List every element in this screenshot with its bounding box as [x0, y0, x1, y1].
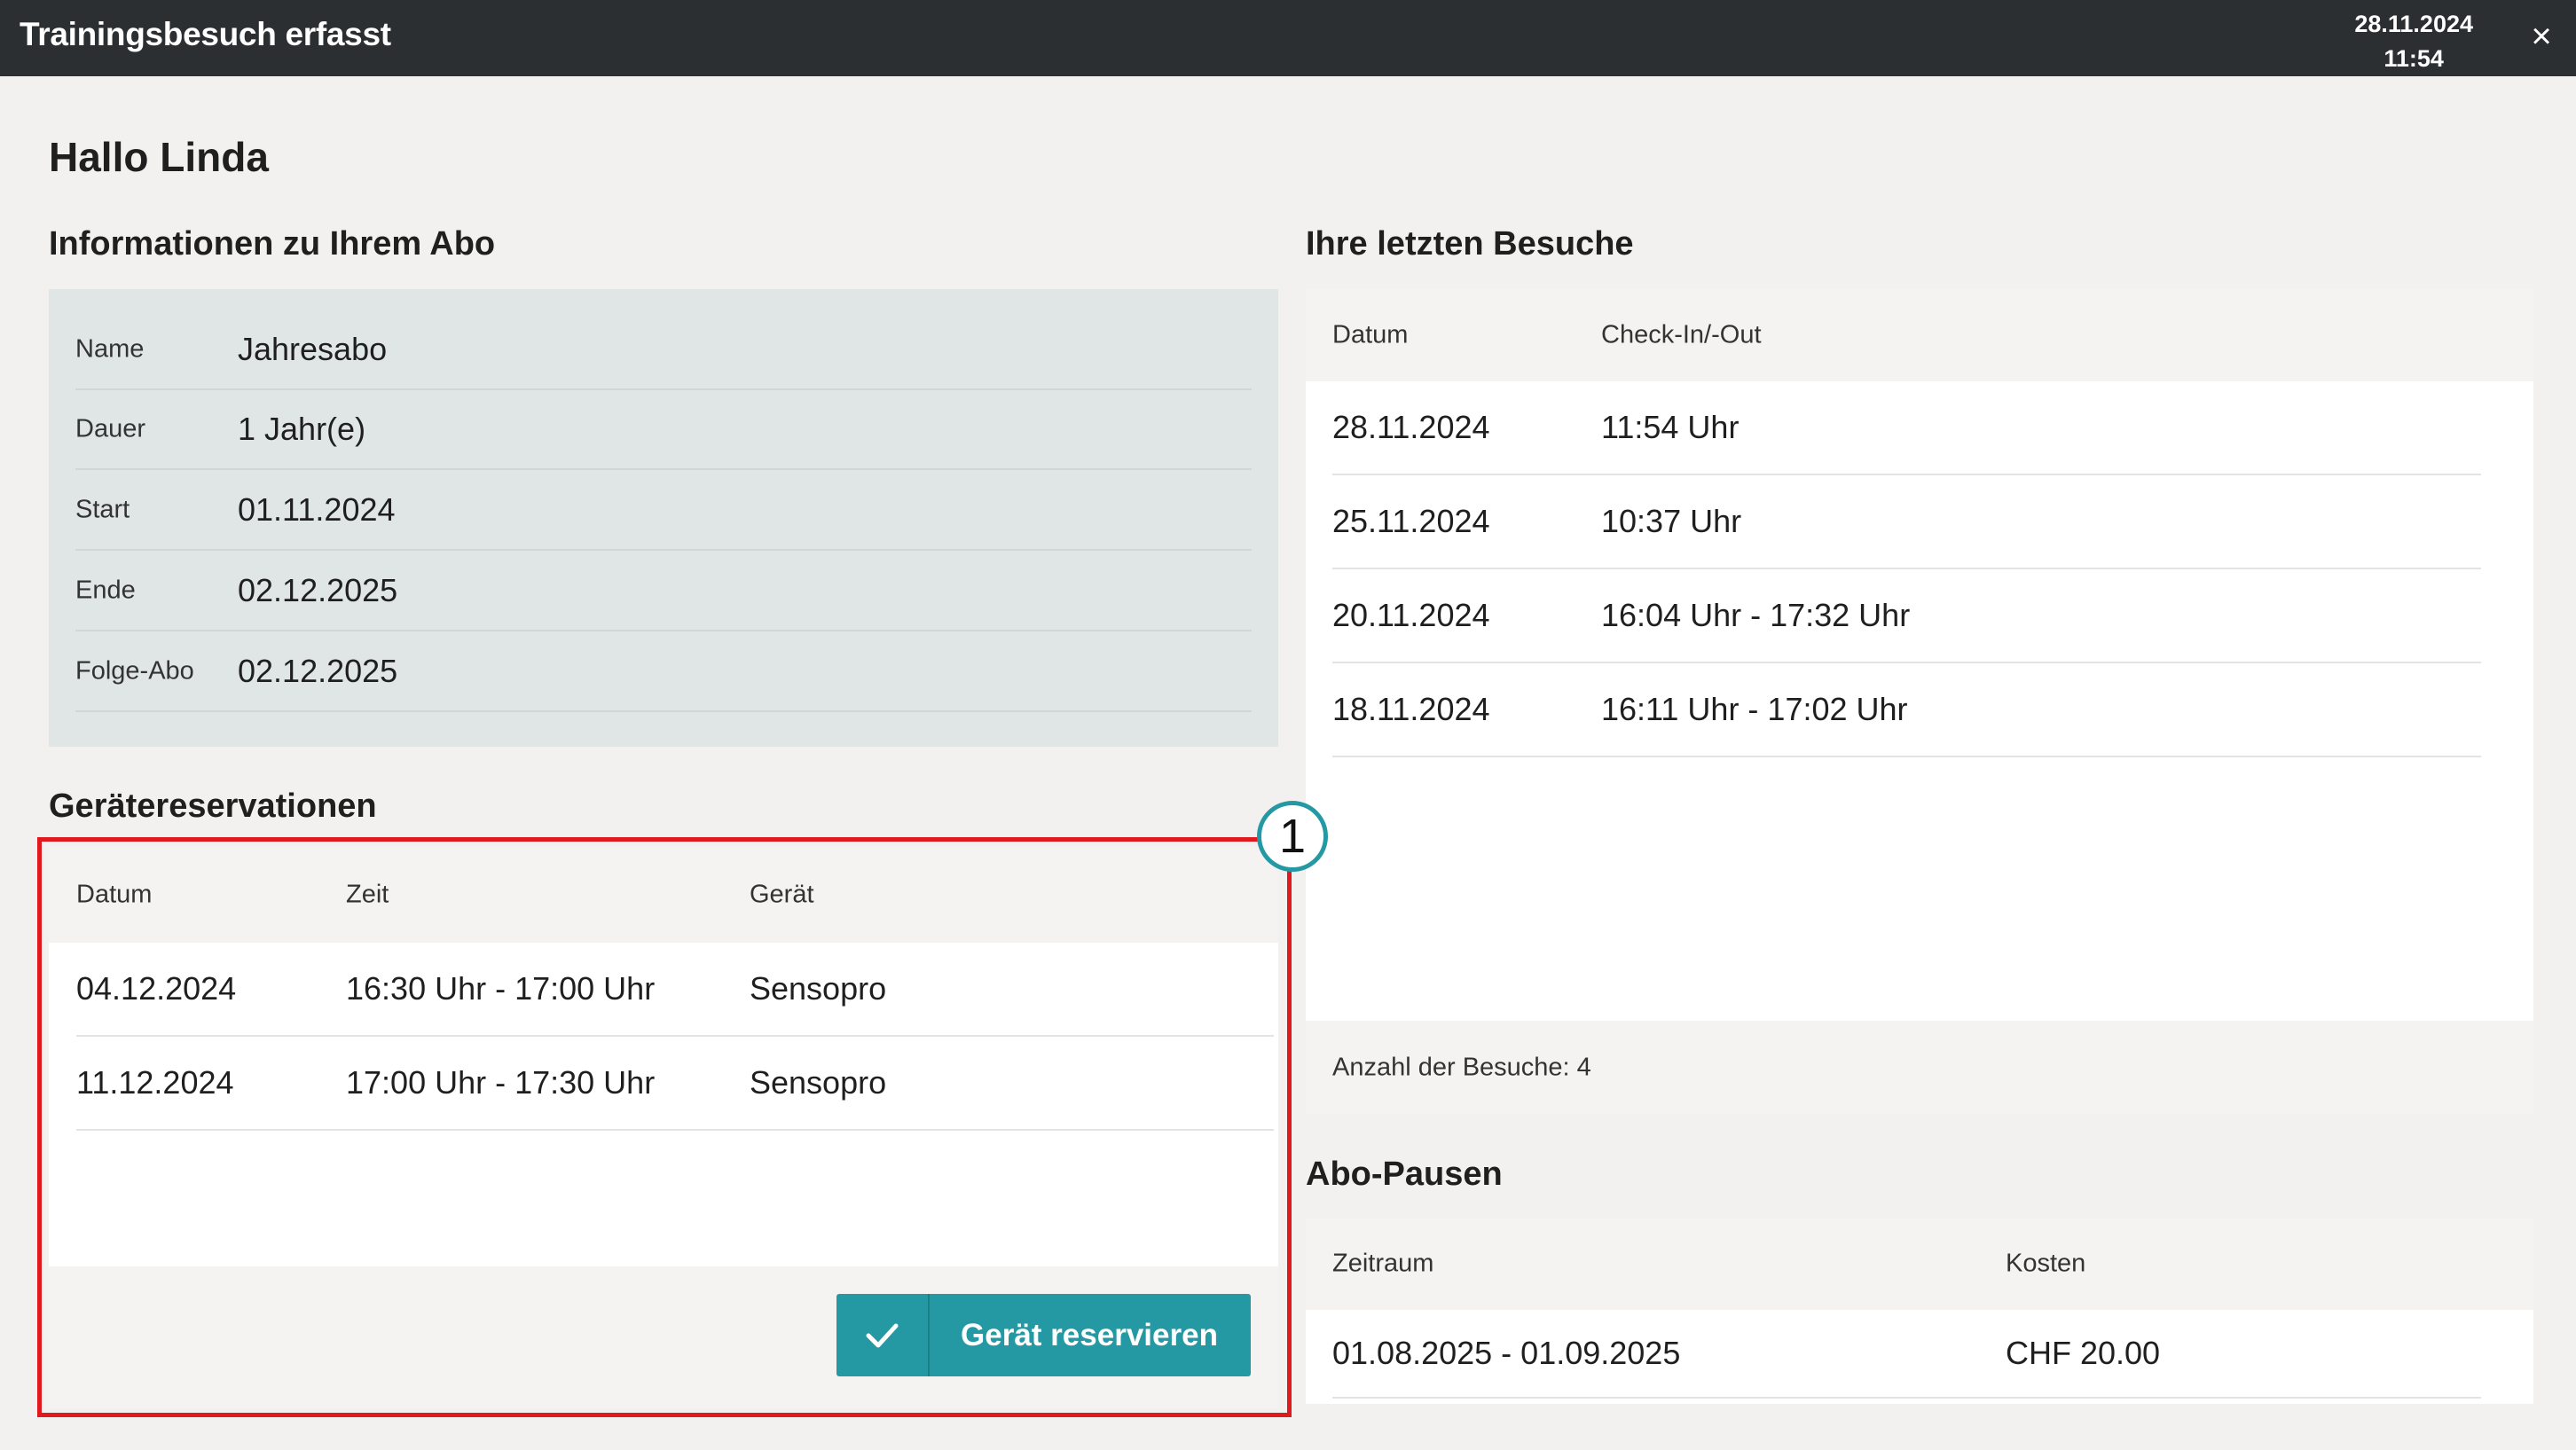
visit-date: 20.11.2024 — [1332, 597, 1490, 633]
reserve-device-button[interactable]: Gerät reservieren — [836, 1294, 1251, 1376]
reservation-time: 16:30 Uhr - 17:00 Uhr — [346, 970, 656, 1007]
current-date: 28.11.2024 — [2354, 11, 2473, 37]
column-header: Datum — [1332, 320, 1409, 349]
datetime-display: 28.11.2024 11:54 — [2354, 7, 2473, 76]
pause-period: 01.08.2025 - 01.09.2025 — [1332, 1335, 1681, 1371]
reservations-table: Datum Zeit Gerät 04.12.2024 16:30 Uhr - … — [49, 847, 1278, 1270]
pause-cost: CHF 20.00 — [2006, 1335, 2161, 1371]
abo-info-row: Folge-Abo 02.12.2025 — [75, 632, 1252, 712]
column-header: Kosten — [2006, 1249, 2086, 1278]
table-row: 20.11.2024 16:04 Uhr - 17:32 Uhr — [1332, 569, 2481, 663]
visit-date: 25.11.2024 — [1332, 503, 1490, 539]
column-header: Zeitraum — [1332, 1249, 1434, 1278]
visit-count: Anzahl der Besuche: 4 — [1332, 1053, 1591, 1081]
close-icon[interactable]: × — [2521, 16, 2562, 57]
abo-info-value: Jahresabo — [238, 331, 388, 367]
abo-info-row: Name Jahresabo — [75, 310, 1252, 390]
abo-info-title: Informationen zu Ihrem Abo — [49, 225, 496, 263]
abo-info-label: Folge-Abo — [75, 656, 194, 686]
pauses-table: Zeitraum Kosten 01.08.2025 - 01.09.2025 … — [1306, 1218, 2533, 1404]
table-row: 01.08.2025 - 01.09.2025 CHF 20.00 — [1332, 1310, 2481, 1399]
visit-date: 28.11.2024 — [1332, 409, 1490, 445]
reservations-title: Gerätereservationen — [49, 788, 377, 825]
visits-title: Ihre letzten Besuche — [1306, 225, 1634, 263]
title-bar: Trainingsbesuch erfasst 28.11.2024 11:54… — [0, 0, 2576, 76]
reservation-time: 17:00 Uhr - 17:30 Uhr — [346, 1064, 656, 1101]
reservation-date: 11.12.2024 — [76, 1064, 234, 1101]
table-row: 25.11.2024 10:37 Uhr — [1332, 475, 2481, 569]
table-header: Datum Check-In/-Out — [1306, 289, 2533, 381]
visits-footer: Anzahl der Besuche: 4 — [1306, 1021, 2533, 1114]
reservation-device: Sensopro — [750, 970, 887, 1007]
column-header: Zeit — [346, 880, 389, 909]
table-row: 28.11.2024 11:54 Uhr — [1332, 381, 2481, 475]
window-title: Trainingsbesuch erfasst — [20, 16, 391, 52]
abo-info-row: Ende 02.12.2025 — [75, 552, 1252, 631]
visit-checkin: 11:54 Uhr — [1601, 409, 1740, 445]
visit-checkin: 16:11 Uhr - 17:02 Uhr — [1601, 691, 1908, 727]
abo-info-value: 01.11.2024 — [238, 491, 396, 528]
abo-info-box: Name Jahresabo Dauer 1 Jahr(e) Start 01.… — [49, 289, 1278, 747]
abo-info-value: 1 Jahr(e) — [238, 411, 366, 447]
reservation-device: Sensopro — [750, 1064, 887, 1101]
table-row: 11.12.2024 17:00 Uhr - 17:30 Uhr Sensopr… — [76, 1037, 1274, 1131]
abo-info-row: Dauer 1 Jahr(e) — [75, 390, 1252, 470]
check-icon — [836, 1294, 930, 1376]
visit-checkin: 16:04 Uhr - 17:32 Uhr — [1601, 597, 1911, 633]
table-header: Datum Zeit Gerät — [49, 847, 1278, 943]
pauses-title: Abo-Pausen — [1306, 1156, 1503, 1193]
abo-info-value: 02.12.2025 — [238, 572, 398, 608]
visit-date: 18.11.2024 — [1332, 691, 1490, 727]
greeting-heading: Hallo Linda — [49, 134, 269, 180]
abo-info-value: 02.12.2025 — [238, 653, 398, 689]
abo-info-label: Start — [75, 495, 130, 524]
table-header: Zeitraum Kosten — [1306, 1218, 2533, 1310]
abo-info-label: Ende — [75, 576, 136, 605]
visit-checkin: 10:37 Uhr — [1601, 503, 1742, 539]
callout-marker: 1 — [1257, 801, 1328, 872]
abo-info-label: Dauer — [75, 414, 145, 443]
reservation-date: 04.12.2024 — [76, 970, 237, 1007]
column-header: Check-In/-Out — [1601, 320, 1762, 349]
abo-info-row: Start 01.11.2024 — [75, 471, 1252, 551]
table-row: 18.11.2024 16:11 Uhr - 17:02 Uhr — [1332, 663, 2481, 757]
current-time: 11:54 — [2384, 45, 2444, 72]
column-header: Datum — [76, 880, 153, 909]
column-header: Gerät — [750, 880, 814, 909]
visits-table: Datum Check-In/-Out 28.11.2024 11:54 Uhr… — [1306, 289, 2533, 1114]
abo-info-label: Name — [75, 334, 145, 364]
table-row: 04.12.2024 16:30 Uhr - 17:00 Uhr Sensopr… — [76, 943, 1274, 1037]
reserve-device-label: Gerät reservieren — [961, 1317, 1218, 1352]
